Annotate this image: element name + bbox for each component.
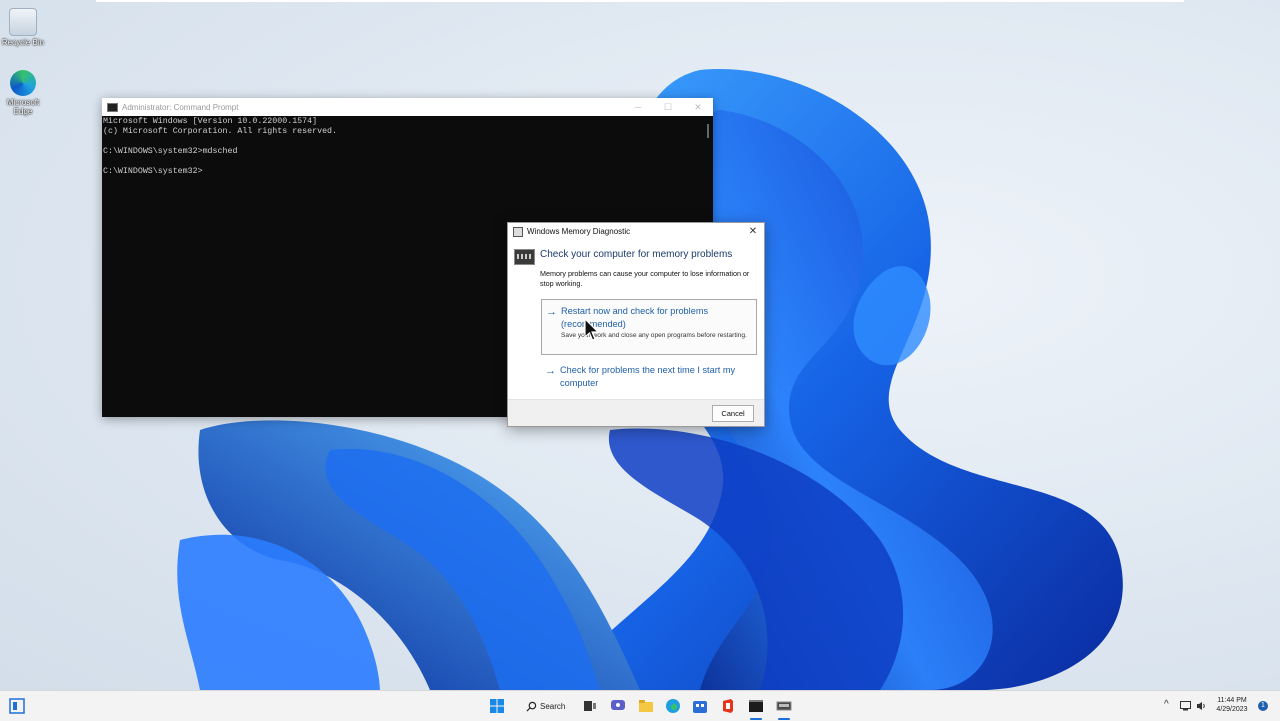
cmd-prompt-line: C:\WINDOWS\system32> [103,167,203,176]
dialog-description: Memory problems can cause your computer … [540,269,750,288]
desktop-icon-edge[interactable]: Microsoft Edge [0,70,46,116]
minimize-button[interactable]: ─ [623,98,653,116]
store-icon[interactable] [692,698,708,714]
arrow-right-icon: → [546,306,557,318]
notification-badge[interactable]: 1 [1258,701,1268,711]
dialog-title-bar[interactable]: Windows Memory Diagnostic ✕ [508,223,764,240]
cmd-icon [107,102,118,112]
close-button[interactable]: ✕ [683,98,713,116]
window-controls: ─ ☐ ✕ [623,98,713,116]
cmd-line: C:\WINDOWS\system32>mdsched [103,147,238,156]
system-tray: ^ [1160,691,1210,721]
maximize-button[interactable]: ☐ [653,98,683,116]
cmd-line [103,157,713,167]
memory-diagnostic-taskbar-icon[interactable] [776,698,792,714]
desktop-icon-label: Recycle Bin [1,38,45,47]
memory-diagnostic-dialog[interactable]: Windows Memory Diagnostic ✕ Check your c… [507,222,765,427]
mouse-cursor-icon [584,318,600,341]
taskbar: Search ^ 11:44 PM 4/29/2023 1 [0,690,1280,721]
check-next-start-option[interactable]: → Check for problems the next time I sta… [541,359,755,395]
desktop-icon-recycle-bin[interactable]: Recycle Bin [0,8,46,47]
memory-chip-icon [514,249,535,265]
command-prompt-taskbar-icon[interactable] [748,698,764,714]
office-icon[interactable] [720,698,736,714]
widgets-icon[interactable] [9,698,25,714]
dialog-close-button[interactable]: ✕ [746,225,760,238]
taskbar-clock[interactable]: 11:44 PM 4/29/2023 [1210,696,1254,714]
recycle-bin-icon [9,8,37,36]
memory-diagnostic-icon [513,226,523,237]
network-icon[interactable] [1180,701,1191,711]
cmd-output[interactable]: Microsoft Windows [Version 10.0.22000.15… [102,116,713,177]
check-next-start-title: Check for problems the next time I start… [560,365,736,388]
cmd-title-bar[interactable]: Administrator: Command Prompt ─ ☐ ✕ [102,98,713,116]
edge-browser-icon[interactable] [665,698,681,714]
cmd-line [103,137,713,147]
dialog-title: Windows Memory Diagnostic [527,227,631,236]
scrollbar-thumb[interactable] [707,124,709,138]
volume-icon[interactable] [1196,701,1207,711]
restart-now-option[interactable]: → Restart now and check for problems (re… [541,299,757,355]
file-explorer-icon[interactable] [638,698,654,714]
chevron-up-icon[interactable]: ^ [1164,699,1169,710]
desktop-icon-label: Microsoft Edge [6,98,40,116]
dialog-heading: Check your computer for memory problems [540,249,733,260]
search-label: Search [540,701,566,711]
task-view-icon[interactable] [582,698,598,714]
cmd-title: Administrator: Command Prompt [122,102,239,112]
taskbar-search[interactable]: Search [526,699,565,713]
clock-time: 11:44 PM [1217,697,1247,704]
start-button-icon[interactable] [489,698,505,714]
edge-icon [10,70,36,96]
cmd-line: (c) Microsoft Corporation. All rights re… [103,127,338,136]
chat-icon[interactable] [610,698,626,714]
clock-date: 4/29/2023 [1216,706,1248,713]
dialog-header-icon-wrap [514,249,535,265]
arrow-right-icon: → [545,365,556,377]
search-icon [526,701,537,712]
dialog-footer: Cancel [508,399,764,426]
cancel-button[interactable]: Cancel [712,405,754,422]
cmd-line: Microsoft Windows [Version 10.0.22000.15… [103,117,318,126]
